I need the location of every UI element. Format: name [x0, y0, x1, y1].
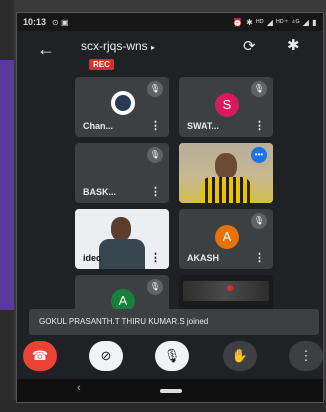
meeting-code: scx-rjqs-wns [81, 39, 148, 53]
bluetooth-icon[interactable]: ✱ [287, 36, 300, 54]
meeting-title[interactable]: scx-rjqs-wns ▸ [81, 39, 155, 53]
status-bar: 10:13 ⊙ ▣ ⏰ ✱ ᴴᴰ ◢ ᴴᴰ⁺ ⁴ᴳ ◢ ▮ [17, 13, 323, 31]
chevron-right-icon: ▸ [151, 43, 156, 52]
phone-screen: 10:13 ⊙ ▣ ⏰ ✱ ᴴᴰ ◢ ᴴᴰ⁺ ⁴ᴳ ◢ ▮ ← scx-rjqs… [16, 12, 324, 403]
participant-tile-video[interactable]: ••• [179, 143, 273, 203]
mic-off-icon: 🎙 [147, 147, 163, 163]
person-body [201, 177, 251, 203]
more-options-icon[interactable]: ⋮ [150, 185, 161, 198]
participant-name: BASK... [83, 187, 117, 197]
nav-home-pill[interactable] [160, 389, 182, 393]
more-options-icon[interactable]: ⋮ [254, 251, 265, 264]
mic-off-icon: 🎙 [251, 213, 267, 229]
participant-name: SWAT... [187, 121, 219, 131]
person-head [215, 153, 237, 179]
system-nav-bar: ‹ [17, 379, 323, 402]
person-head [111, 217, 131, 241]
participant-tile-bask[interactable]: 🎙 BASK... ⋮ [75, 143, 169, 203]
avatar [111, 91, 135, 115]
status-time: 10:13 [23, 17, 47, 27]
participant-tile-chan[interactable]: 🎙 Chan... ⋮ [75, 77, 169, 137]
avatar: A [215, 225, 239, 249]
more-options-icon[interactable]: ⋮ [150, 251, 161, 264]
person-body [99, 239, 145, 269]
end-call-button[interactable]: ☎ [23, 341, 57, 371]
rec-badge: REC [89, 59, 114, 70]
join-notification: GOKUL PRASANTH.T THIRU KUMAR.S joined [29, 309, 319, 335]
avatar: S [215, 93, 239, 117]
participant-tile-akash[interactable]: A 🎙 AKASH ⋮ [179, 209, 273, 269]
meeting-header: ← scx-rjqs-wns ▸ REC ⟳ ✱ [17, 31, 323, 79]
background-purple-strip [0, 60, 14, 310]
participant-name: AKASH [187, 253, 220, 263]
more-options-icon[interactable]: ⋮ [254, 119, 265, 132]
mic-off-icon: 🎙 [147, 81, 163, 97]
participant-name: idec [83, 253, 102, 263]
participant-tile-idec[interactable]: idec ⋮ [75, 209, 169, 269]
participant-name: Chan... [83, 121, 114, 131]
participant-tile-swat[interactable]: S 🎙 SWAT... ⋮ [179, 77, 273, 137]
nav-back-icon[interactable]: ‹ [77, 382, 81, 394]
raise-hand-button[interactable]: ✋ [223, 341, 257, 371]
camera-off-button[interactable]: ⊘ [89, 341, 123, 371]
mic-off-icon: 🎙 [251, 81, 267, 97]
status-left-icons: ⊙ ▣ [52, 17, 69, 27]
speaking-indicator-icon: ••• [251, 147, 267, 163]
shared-screen [183, 281, 269, 301]
mic-off-icon: 🎙 [147, 279, 163, 295]
mic-off-button[interactable]: 🎙 [155, 341, 189, 371]
switch-camera-icon[interactable]: ⟳ [243, 37, 256, 55]
more-options-icon[interactable]: ⋮ [150, 119, 161, 132]
more-options-button[interactable]: ⋮ [289, 341, 323, 371]
red-dot [227, 285, 233, 291]
status-right-icons: ⏰ ✱ ᴴᴰ ◢ ᴴᴰ⁺ ⁴ᴳ ◢ ▮ [232, 17, 317, 27]
back-arrow-icon[interactable]: ← [37, 39, 55, 60]
